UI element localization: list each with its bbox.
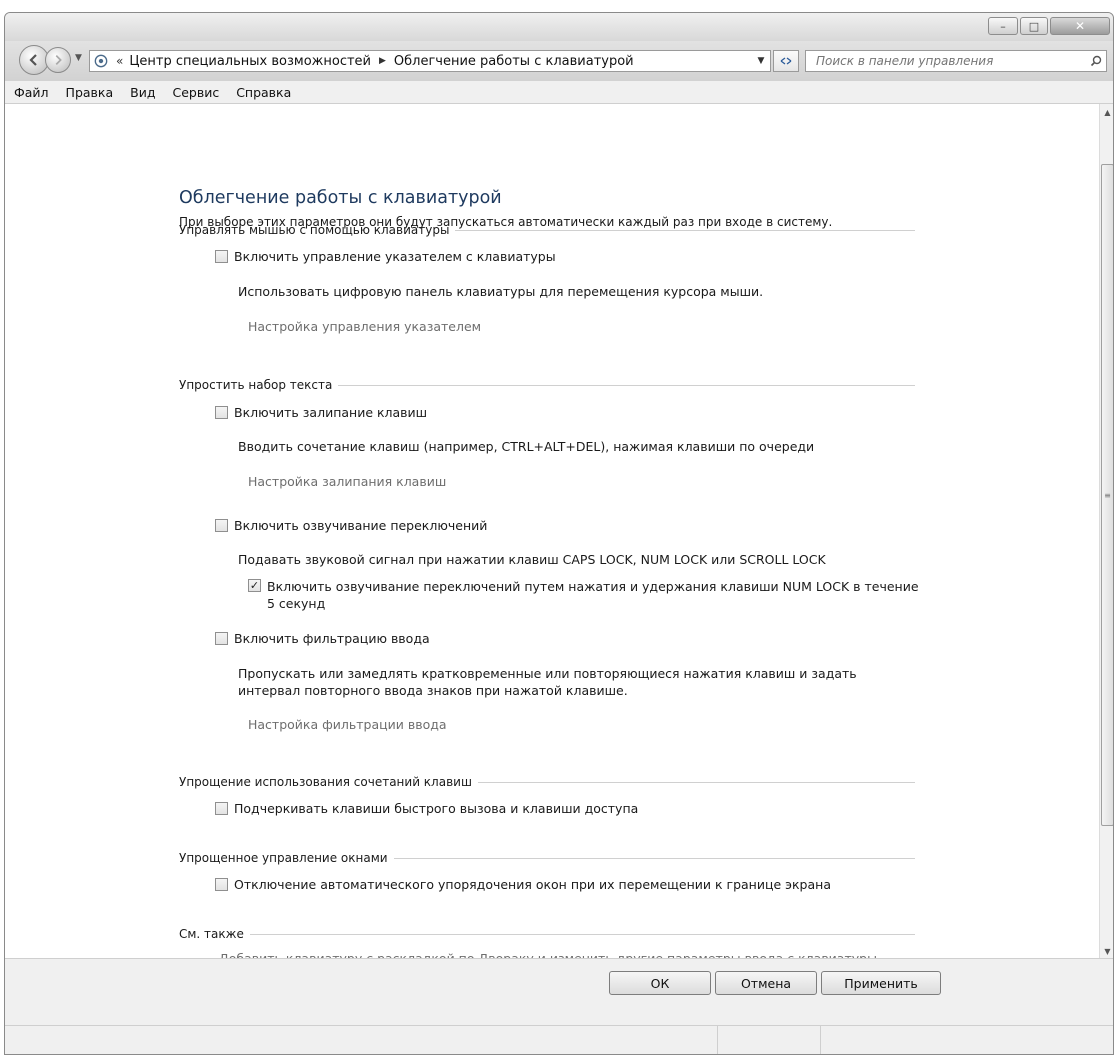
control-panel-window: – □ ✕ ▼ « Центр специальных возможностей… [4, 12, 1114, 1055]
checkbox-label[interactable]: Включить озвучивание переключений [234, 518, 487, 533]
toggle-keys-option[interactable]: Включить озвучивание переключений [215, 518, 487, 533]
menu-view[interactable]: Вид [121, 85, 163, 100]
breadcrumb-accessibility-center[interactable]: Центр специальных возможностей [129, 54, 371, 69]
section-header: Управлять мышью с помощью клавиатуры [179, 223, 450, 237]
minimize-icon: – [1000, 19, 1006, 33]
status-divider [717, 1026, 718, 1054]
scrollbar-thumb[interactable]: ≡ [1101, 164, 1113, 826]
search-input[interactable] [814, 53, 1086, 69]
underline-access-keys-option[interactable]: Подчеркивать клавиши быстрого вызова и к… [215, 801, 638, 816]
menu-bar: Файл Правка Вид Сервис Справка [5, 81, 1113, 104]
address-dropdown-icon[interactable]: ▼ [752, 56, 770, 66]
section-typing: Упростить набор текста [179, 377, 915, 393]
section-divider [455, 229, 915, 231]
section-mouse-keys: Управлять мышью с помощью клавиатуры [179, 222, 915, 238]
filter-keys-settings-link[interactable]: Настройка фильтрации ввода [248, 717, 447, 732]
search-box[interactable] [805, 50, 1107, 72]
maximize-button[interactable]: □ [1020, 17, 1048, 35]
checkbox-label[interactable]: Подчеркивать клавиши быстрого вызова и к… [234, 801, 638, 816]
section-window-management: Упрощенное управление окнами [179, 850, 915, 866]
vertical-scrollbar[interactable]: ▲ ≡ ▼ [1099, 104, 1113, 959]
mouse-keys-settings-link[interactable]: Настройка управления указателем [248, 319, 481, 334]
checkbox[interactable] [215, 878, 228, 891]
back-arrow-icon [29, 54, 37, 66]
section-see-also: См. также [179, 926, 915, 942]
section-header: Упростить набор текста [179, 378, 333, 392]
dialog-footer: ОК Отмена Применить [5, 958, 1113, 1054]
refresh-button[interactable] [773, 50, 799, 72]
recent-pages-dropdown[interactable]: ▼ [75, 53, 82, 63]
search-icon[interactable] [1086, 55, 1106, 67]
prevent-window-arrange-option[interactable]: Отключение автоматического упорядочения … [215, 877, 831, 892]
maximize-icon: □ [1028, 19, 1040, 33]
filter-keys-description: Пропускать или замедлять кратковременные… [238, 666, 857, 698]
menu-file[interactable]: Файл [5, 85, 57, 100]
menu-tools[interactable]: Сервис [163, 85, 227, 100]
section-header: Упрощенное управление окнами [179, 851, 388, 865]
scroll-up-icon[interactable]: ▲ [1100, 104, 1113, 120]
breadcrumb-overflow[interactable]: « [116, 54, 123, 68]
scroll-down-icon[interactable]: ▼ [1100, 943, 1113, 959]
breadcrumb-separator-icon[interactable]: ▶ [379, 56, 386, 66]
checkbox[interactable] [215, 802, 228, 815]
section-divider [477, 781, 915, 783]
breadcrumb-keyboard-ease[interactable]: Облегчение работы с клавиатурой [394, 54, 634, 69]
checkbox-label[interactable]: Включить озвучивание переключений путем … [267, 578, 928, 612]
section-header: Упрощение использования сочетаний клавиш [179, 775, 472, 789]
mouse-keys-option[interactable]: Включить управление указателем с клавиат… [215, 249, 556, 264]
status-bar [5, 1025, 1113, 1054]
mouse-keys-description: Использовать цифровую панель клавиатуры … [238, 284, 764, 299]
checkbox[interactable]: ✓ [248, 579, 261, 592]
checkbox[interactable] [215, 406, 228, 419]
checkbox[interactable] [215, 250, 228, 263]
settings-content: Облегчение работы с клавиатурой При выбо… [5, 104, 1099, 959]
forward-button[interactable] [45, 47, 71, 73]
sticky-keys-option[interactable]: Включить залипание клавиш [215, 405, 427, 420]
address-bar[interactable]: « Центр специальных возможностей ▶ Облег… [89, 50, 771, 72]
title-bar: – □ ✕ [5, 13, 1113, 41]
toggle-keys-description: Подавать звуковой сигнал при нажатии кла… [238, 552, 826, 567]
checkbox-label[interactable]: Включить фильтрацию ввода [234, 631, 430, 646]
page-title: Облегчение работы с клавиатурой [179, 188, 502, 208]
ok-button[interactable]: ОК [609, 971, 711, 995]
status-divider [820, 1026, 821, 1054]
checkbox[interactable] [215, 519, 228, 532]
toggle-keys-numlock-option[interactable]: ✓ Включить озвучивание переключений путе… [248, 578, 928, 612]
navigation-bar: ▼ « Центр специальных возможностей ▶ Обл… [5, 41, 1113, 81]
menu-edit[interactable]: Правка [57, 85, 122, 100]
control-panel-icon [94, 53, 110, 69]
checkbox-label[interactable]: Включить управление указателем с клавиат… [234, 249, 556, 264]
sticky-keys-settings-link[interactable]: Настройка залипания клавиш [248, 474, 446, 489]
menu-help[interactable]: Справка [227, 85, 299, 100]
section-header: См. также [179, 927, 244, 941]
grip-icon: ≡ [1104, 490, 1111, 500]
forward-arrow-icon [55, 55, 62, 65]
close-icon: ✕ [1074, 19, 1086, 33]
section-divider [249, 933, 915, 935]
close-button[interactable]: ✕ [1050, 17, 1110, 35]
refresh-icon [780, 57, 792, 65]
filter-keys-option[interactable]: Включить фильтрацию ввода [215, 631, 430, 646]
section-divider [338, 384, 915, 386]
section-shortcuts: Упрощение использования сочетаний клавиш [179, 774, 915, 790]
section-divider [393, 857, 915, 859]
apply-button[interactable]: Применить [821, 971, 941, 995]
checkbox[interactable] [215, 632, 228, 645]
checkbox-label[interactable]: Включить залипание клавиш [234, 405, 427, 420]
sticky-keys-description: Вводить сочетание клавиш (например, CTRL… [238, 439, 815, 454]
checkbox-label[interactable]: Отключение автоматического упорядочения … [234, 877, 831, 892]
cancel-button[interactable]: Отмена [715, 971, 817, 995]
minimize-button[interactable]: – [988, 17, 1018, 35]
